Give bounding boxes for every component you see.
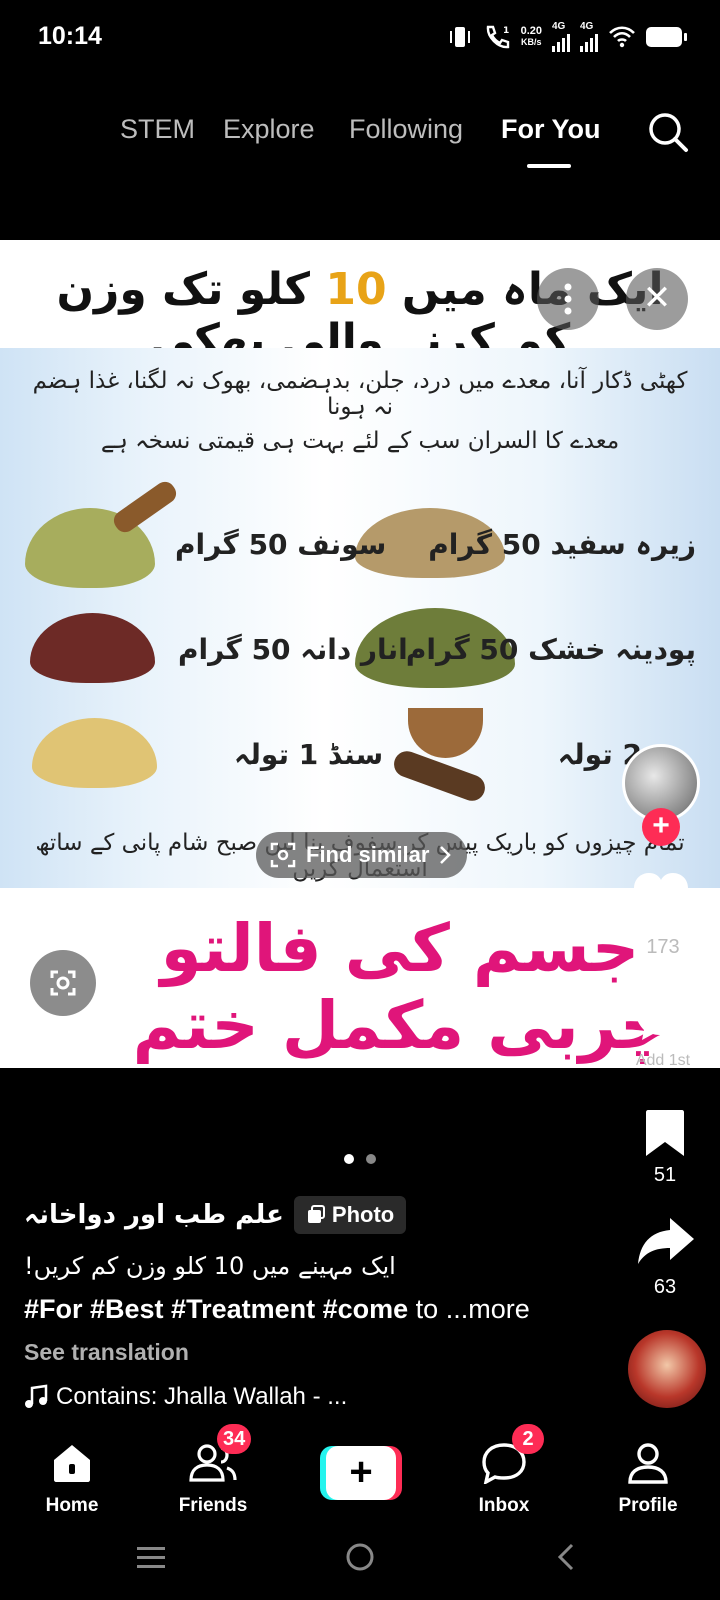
feed-tabs: STEM Explore Following For You: [0, 110, 720, 170]
bowl: [408, 708, 483, 758]
follow-button[interactable]: +: [642, 808, 680, 846]
image-recipe-band: کھٹی ڈکار آنا، معدے میں درد، جلن، بدہضمی…: [0, 348, 720, 888]
back-icon[interactable]: [556, 1542, 576, 1572]
friends-badge: 34: [217, 1424, 252, 1454]
author-row: علم طب اور دواخانہ Photo: [24, 1196, 407, 1234]
caption-hashtags[interactable]: #For #Best #Treatment #come: [24, 1294, 408, 1324]
search-icon[interactable]: [646, 110, 690, 154]
tab-explore[interactable]: Explore: [223, 114, 315, 145]
status-bar: 10:14 1 0.20 KB/s 4G 4G: [0, 0, 720, 72]
home-icon: [54, 1445, 90, 1482]
nav-inbox-label: Inbox: [478, 1495, 530, 1516]
net-speed: 0.20 KB/s: [520, 25, 542, 48]
nav-profile[interactable]: Profile: [588, 1430, 708, 1517]
ingredient-1: زیرہ سفید 50 گرام: [428, 528, 696, 561]
nav-home-label: Home: [45, 1495, 99, 1516]
image-footer-text: جسم کی فالتو چربی مکمل ختم: [132, 910, 668, 1064]
vibrate-icon: [449, 27, 470, 47]
save-count: 51: [653, 1164, 677, 1186]
nav-profile-label: Profile: [618, 1495, 678, 1516]
ingredient-3: پودینہ خشک 50 گرام: [405, 633, 696, 666]
share-count: 63: [653, 1276, 677, 1298]
ingredient-6: سنڈ 1 تولہ: [234, 738, 384, 771]
status-time: 10:14: [38, 22, 102, 50]
image-intro-line-2: معدے کا السران سب کے لئے بہت ہی قیمتی نس…: [100, 428, 620, 454]
create-button[interactable]: +: [320, 1446, 402, 1500]
ingredient-2: سونف 50 گرام: [175, 528, 387, 561]
post-image[interactable]: ایک ماہ میں 10 کلو تک وزن کم کرنے والی پ…: [0, 240, 720, 1068]
nav-home[interactable]: Home: [12, 1430, 132, 1517]
comment-icon[interactable]: [634, 988, 690, 1042]
bookmark-icon[interactable]: [644, 1108, 686, 1158]
system-nav-bar: [0, 1528, 720, 1600]
author-name[interactable]: علم طب اور دواخانہ: [24, 1200, 284, 1230]
lens-scan-button[interactable]: [30, 950, 96, 1016]
image-footer-band: جسم کی فالتو چربی مکمل ختم: [0, 890, 720, 1068]
signal-1: 4G: [552, 22, 570, 52]
share-icon[interactable]: [636, 1216, 696, 1266]
see-translation-link[interactable]: See translation: [24, 1339, 189, 1366]
signal-2: 4G: [580, 22, 598, 52]
scan-icon: [50, 970, 76, 996]
profile-icon: [628, 1443, 668, 1484]
more-options-button[interactable]: [537, 268, 599, 330]
wifi-call-icon: 1: [486, 25, 509, 49]
tab-following[interactable]: Following: [349, 114, 463, 145]
caption-more[interactable]: to ...more: [408, 1294, 530, 1324]
more-dots-icon: [564, 283, 572, 315]
pager-dot: [366, 1154, 376, 1164]
recent-apps-icon[interactable]: [136, 1544, 166, 1572]
nav-inbox[interactable]: Inbox 2: [444, 1424, 564, 1517]
signal-bars-icon: [552, 32, 570, 52]
find-similar-button[interactable]: Find similar: [256, 832, 468, 878]
inbox-badge: 2: [512, 1424, 544, 1454]
image-title-band: ایک ماہ میں 10 کلو تک وزن کم کرنے والی پ…: [0, 240, 720, 366]
visual-search-icon: [270, 842, 296, 868]
music-note-icon: [25, 1384, 48, 1408]
music-disc-avatar[interactable]: [628, 1330, 706, 1408]
chevron-right-icon: [440, 846, 452, 864]
ginger-powder-pile: [32, 718, 157, 788]
battery-icon: [646, 27, 687, 47]
like-count: 173: [646, 936, 680, 958]
caption-hashtags-row[interactable]: #For #Best #Treatment #come to ...more: [24, 1294, 530, 1325]
home-circle-icon[interactable]: [345, 1542, 375, 1572]
nav-friends-label: Friends: [178, 1495, 248, 1516]
photo-icon: [307, 1205, 325, 1223]
ingredient-4: انار دانہ 50 گرام: [178, 633, 408, 666]
image-intro-line-1: کھٹی ڈکار آنا، معدے میں درد، جلن، بدہضمی…: [32, 368, 688, 420]
pager-dot-active: [344, 1154, 354, 1164]
svg-text:1: 1: [503, 26, 509, 36]
close-icon: ✕: [642, 279, 672, 317]
close-button[interactable]: ✕: [626, 268, 688, 330]
heart-icon[interactable]: [632, 872, 690, 924]
plus-icon: +: [326, 1446, 396, 1500]
nav-friends[interactable]: Friends 34: [153, 1424, 273, 1517]
wooden-scoop: [110, 477, 180, 537]
pomegranate-seed-pile: [30, 613, 155, 683]
status-icons: 1 0.20 KB/s 4G 4G: [447, 22, 687, 52]
music-info[interactable]: Contains: Jhalla Wallah - ...: [24, 1383, 347, 1411]
photo-tag: Photo: [293, 1196, 407, 1234]
active-tab-indicator: [527, 164, 571, 168]
comment-count: Add 1st: [635, 1052, 691, 1069]
wifi-icon: [609, 26, 635, 48]
caption-line-1: ایک مہینے میں 10 کلو وزن کم کریں!: [24, 1252, 396, 1280]
tab-stem[interactable]: STEM: [120, 114, 195, 145]
bottom-nav: Home Friends 34 + Inbox 2 Profile: [0, 1424, 720, 1520]
signal-bars-icon: [580, 32, 598, 52]
find-similar-label: Find similar: [306, 842, 430, 867]
tab-for-you[interactable]: For You: [501, 114, 601, 145]
